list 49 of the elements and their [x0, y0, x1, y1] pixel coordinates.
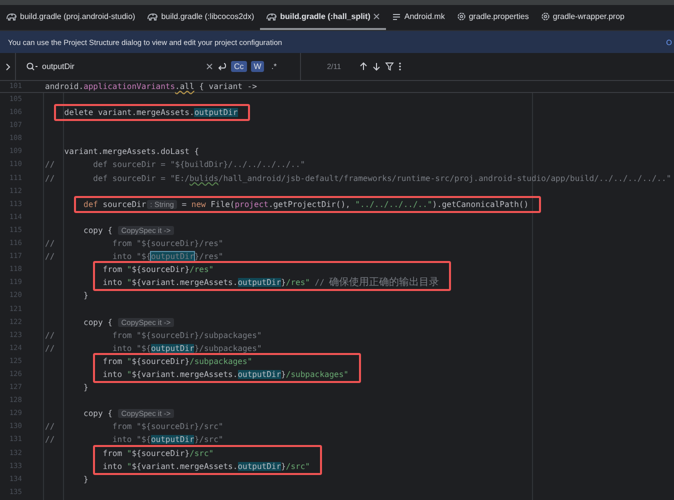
code-text: }: [84, 291, 88, 300]
arrow-up-icon[interactable]: [359, 62, 368, 71]
code-text: }: [84, 474, 88, 484]
search-field[interactable]: outputDir: [42, 62, 202, 71]
search-option-toggle[interactable]: W: [250, 61, 264, 72]
code-text: // from "${sourceDir}/subpackages": [45, 330, 262, 340]
code-text: // from "${sourceDir}/src": [45, 422, 224, 432]
gear-icon: [456, 12, 466, 21]
filter-icon[interactable]: [385, 62, 394, 71]
code-text: = new File(project.getProjectDir(), "../../../../..").getCanonicalPath(): [180, 200, 529, 209]
code-text: // def sourceDir = "E:/bulids/hall_android/jsb-default/frameworks/runtime-src/proj.android-studio/app/build/../../../../..": [45, 174, 672, 183]
lines-icon: [392, 12, 402, 20]
code-text: copy {: [84, 226, 114, 235]
code-text: into "${variant.mergeAssets.outputDir}/src": [102, 462, 310, 471]
code-text: from "${sourceDir}/src": [102, 448, 214, 458]
elephant-icon: [6, 12, 17, 21]
code-text: // into "${outputDir}/res": [45, 252, 224, 262]
gear-icon: [540, 12, 550, 21]
editor-tab[interactable]: Android.mk: [386, 5, 451, 30]
editor-tab[interactable]: gradle.properties: [450, 5, 535, 30]
editor-tab[interactable]: build.gradle (:libcocos2dx): [141, 5, 260, 30]
code-text: copy {: [84, 318, 114, 327]
code-text: from "${sourceDir}/subpackages": [102, 356, 252, 366]
close-icon[interactable]: [206, 63, 213, 70]
search-icon[interactable]: [26, 62, 38, 71]
search-option-toggle[interactable]: .*: [268, 61, 280, 72]
code-text: }: [84, 383, 88, 392]
code-text: from "${sourceDir}/res": [102, 265, 214, 274]
code-text: android.applicationVariants.all { variant ->: [45, 82, 257, 91]
chevron-right-icon[interactable]: [5, 62, 11, 70]
code-text: into "${variant.mergeAssets.outputDir}/subpackages": [102, 370, 348, 379]
code-text: // into "${outputDir}/src": [45, 435, 224, 444]
code-text: into "${variant.mergeAssets.outputDir}/res" // 确保使用正确的输出目录: [102, 278, 440, 288]
code-text: // into "${outputDir}/subpackages": [45, 344, 262, 353]
editor-tab[interactable]: gradle-wrapper.prop: [534, 5, 630, 30]
search-option-toggle[interactable]: Cc: [231, 61, 247, 72]
arrow-down-icon[interactable]: [372, 62, 382, 71]
code-text: // from "${sourceDir}/res": [45, 239, 224, 248]
code-text: // def sourceDir = "${buildDir}/../../../../..": [45, 160, 306, 170]
elephant-icon: [266, 12, 278, 21]
code-text: variant.mergeAssets.doLast {: [64, 147, 200, 156]
code-text: delete variant.mergeAssets.outputDir: [64, 108, 238, 118]
return-arrow-icon[interactable]: [217, 62, 227, 71]
editor-tab[interactable]: build.gradle (proj.android-studio): [0, 5, 142, 30]
more-icon[interactable]: [398, 62, 402, 71]
code-text: def sourceDir: [84, 200, 146, 209]
close-icon[interactable]: [373, 13, 380, 20]
elephant-icon: [147, 12, 158, 21]
code-text: copy {: [84, 409, 114, 418]
